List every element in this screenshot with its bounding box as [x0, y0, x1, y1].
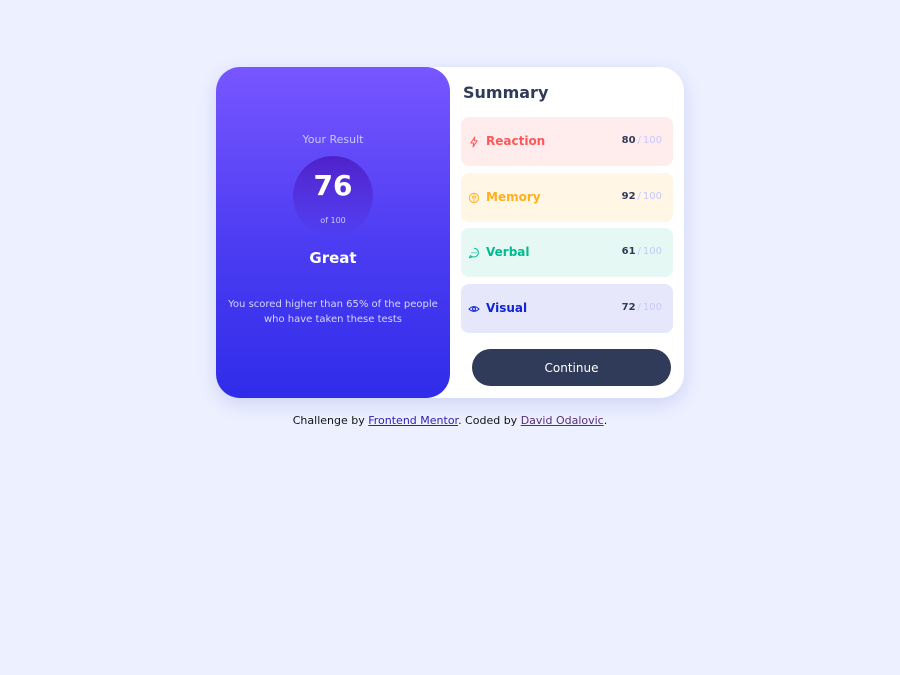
- continue-button[interactable]: Continue: [472, 349, 671, 386]
- brain-icon: [468, 189, 480, 204]
- summary-item-value: 72: [621, 302, 636, 313]
- attribution-middle: . Coded by: [458, 414, 518, 427]
- score-max-label: of 100: [320, 216, 346, 225]
- eye-icon: [468, 300, 480, 312]
- summary-item-max: 100: [642, 191, 662, 202]
- summary-item-verbal: Verbal 61/100: [461, 228, 673, 277]
- score-value: 76: [313, 169, 353, 202]
- summary-item-score: 80/100: [622, 135, 662, 146]
- summary-item-label: Memory: [486, 190, 541, 204]
- summary-item-memory: Memory 92/100: [461, 173, 673, 222]
- attribution: Challenge by Frontend Mentor. Coded by D…: [0, 414, 900, 427]
- summary-item-separator: /: [637, 135, 641, 146]
- summary-item-separator: /: [637, 302, 641, 313]
- summary-panel: Summary Reaction 80/100 Memory 92/100 Ve…: [461, 67, 674, 398]
- summary-item-value: 61: [621, 246, 636, 257]
- summary-item-value: 92: [621, 191, 636, 202]
- summary-item-max: 100: [642, 246, 662, 257]
- attribution-suffix: .: [603, 414, 608, 427]
- result-heading: Your Result: [302, 133, 364, 146]
- summary-item-score: 72/100: [622, 302, 662, 313]
- summary-item-separator: /: [637, 191, 641, 202]
- summary-item-score: 61/100: [622, 246, 662, 257]
- summary-item-label: Verbal: [486, 245, 530, 259]
- result-description: You scored higher than 65% of the people…: [228, 299, 438, 325]
- results-card: Your Result 76 of 100 Great You scored h…: [216, 67, 684, 398]
- summary-item-max: 100: [642, 135, 662, 146]
- summary-item-score: 92/100: [622, 191, 662, 202]
- summary-item-label: Reaction: [486, 134, 546, 148]
- frontend-mentor-link[interactable]: Frontend Mentor: [368, 414, 458, 427]
- summary-item-reaction: Reaction 80/100: [461, 117, 673, 166]
- score-circle: 76 of 100: [293, 156, 373, 236]
- summary-heading: Summary: [463, 83, 549, 102]
- rating-label: Great: [309, 249, 357, 267]
- summary-item-visual: Visual 72/100: [461, 284, 673, 333]
- attribution-prefix: Challenge by: [292, 414, 365, 427]
- result-panel: Your Result 76 of 100 Great You scored h…: [216, 67, 450, 398]
- chat-bubble-icon: [468, 244, 480, 259]
- summary-item-value: 80: [621, 135, 636, 146]
- summary-item-separator: /: [637, 246, 641, 257]
- lightning-icon: [468, 133, 480, 148]
- summary-item-max: 100: [642, 302, 662, 313]
- author-link[interactable]: David Odalovic: [521, 414, 604, 427]
- summary-item-label: Visual: [486, 301, 528, 315]
